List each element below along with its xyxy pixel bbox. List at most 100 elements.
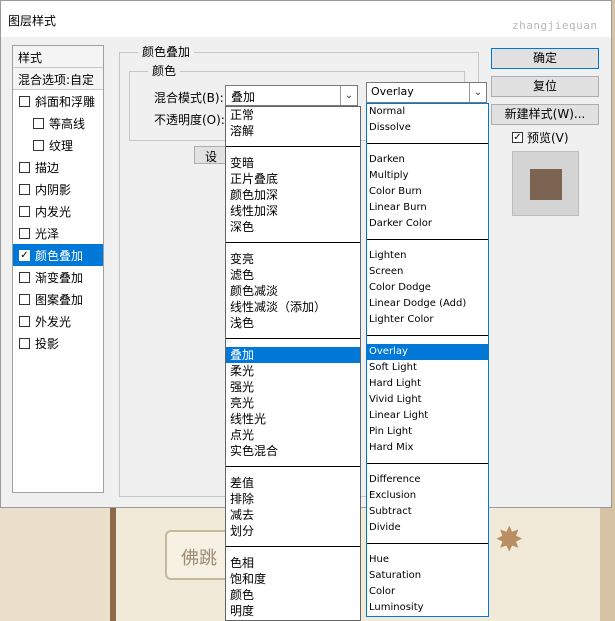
blend-mode-option[interactable]: Vivid Light <box>367 392 488 408</box>
style-item[interactable]: 描边 <box>13 156 103 178</box>
blend-mode-option[interactable]: 线性减淡（添加） <box>226 299 360 315</box>
style-item[interactable]: 等高线 <box>13 112 103 134</box>
style-item[interactable]: 图案叠加 <box>13 288 103 310</box>
style-item[interactable]: 渐变叠加 <box>13 266 103 288</box>
style-item[interactable]: 斜面和浮雕 <box>13 90 103 112</box>
ok-button[interactable]: 确定 <box>491 48 599 69</box>
blend-mode-option[interactable]: 浅色 <box>226 315 360 331</box>
preview-checkbox[interactable]: ✓ <box>512 132 523 143</box>
chevron-down-icon[interactable]: ⌄ <box>469 83 486 102</box>
blend-mode-option[interactable]: Linear Burn <box>367 200 488 216</box>
style-checkbox[interactable] <box>19 271 30 283</box>
reset-button[interactable]: 复位 <box>491 76 599 97</box>
blend-mode-option[interactable]: Lighter Color <box>367 312 488 328</box>
styles-list: 样式 混合选项:自定 斜面和浮雕 等高线纹理描边 内阴影 内发光 光泽 ✓ 颜色叠加 渐变叠加… <box>12 45 104 493</box>
styles-header[interactable]: 样式 <box>13 46 103 68</box>
style-checkbox[interactable] <box>19 315 30 327</box>
blend-mode-option[interactable]: 颜色加深 <box>226 187 360 203</box>
style-checkbox[interactable]: ✓ <box>19 249 30 261</box>
blend-mode-option[interactable]: 颜色 <box>226 587 360 603</box>
blend-mode-option[interactable]: Hard Mix <box>367 440 488 456</box>
style-item[interactable]: 内发光 <box>13 200 103 222</box>
blend-mode-option[interactable]: Darker Color <box>367 216 488 232</box>
blend-mode-option[interactable]: Color Dodge <box>367 280 488 296</box>
blend-mode-option[interactable]: Luminosity <box>367 600 488 616</box>
blend-mode-option[interactable]: 减去 <box>226 507 360 523</box>
blend-mode-option[interactable]: 正片叠底 <box>226 171 360 187</box>
blend-mode-select[interactable]: 叠加 ⌄ <box>225 85 358 106</box>
blend-options-item[interactable]: 混合选项:自定 <box>13 68 103 90</box>
style-item[interactable]: 内阴影 <box>13 178 103 200</box>
blend-mode-option[interactable]: Difference <box>367 472 488 488</box>
blend-mode-option[interactable]: Multiply <box>367 168 488 184</box>
style-item-label: 纹理 <box>49 138 74 153</box>
blend-mode-option[interactable]: 柔光 <box>226 363 360 379</box>
style-item[interactable]: ✓ 颜色叠加 <box>13 244 103 266</box>
style-checkbox[interactable] <box>19 293 30 305</box>
blend-mode-option[interactable]: Color <box>367 584 488 600</box>
blend-mode-option[interactable]: 点光 <box>226 427 360 443</box>
chevron-down-icon[interactable]: ⌄ <box>340 86 357 105</box>
blend-mode-option[interactable]: Darken <box>367 152 488 168</box>
preview-swatch <box>530 169 562 200</box>
blend-mode-option[interactable]: Hard Light <box>367 376 488 392</box>
style-item[interactable]: 纹理 <box>13 134 103 156</box>
preview-label: 预览(V) <box>527 131 569 145</box>
blend-mode-option[interactable]: 正常 <box>226 107 360 123</box>
blend-mode-option[interactable]: 亮光 <box>226 395 360 411</box>
style-item[interactable]: 外发光 <box>13 310 103 332</box>
style-checkbox[interactable] <box>33 139 44 151</box>
style-item-label: 外发光 <box>35 314 72 329</box>
blend-mode-option[interactable]: Saturation <box>367 568 488 584</box>
blend-mode-option[interactable]: Linear Light <box>367 408 488 424</box>
style-item[interactable]: 投影 <box>13 332 103 354</box>
blend-mode-option[interactable]: 饱和度 <box>226 571 360 587</box>
document-splash-icon: ✸ <box>495 520 524 560</box>
blend-mode-option[interactable]: 颜色减淡 <box>226 283 360 299</box>
blend-mode-option[interactable]: 滤色 <box>226 267 360 283</box>
blend-mode-option[interactable]: 线性光 <box>226 411 360 427</box>
blend-mode-option[interactable]: 线性加深 <box>226 203 360 219</box>
blend-mode-option[interactable]: Hue <box>367 552 488 568</box>
preview-toggle[interactable]: ✓ 预览(V) <box>512 129 569 146</box>
list-separator <box>226 242 360 243</box>
blend-mode-option[interactable]: 强光 <box>226 379 360 395</box>
blend-mode-option[interactable]: Lighten <box>367 248 488 264</box>
blend-mode-option[interactable]: 变亮 <box>226 251 360 267</box>
style-item[interactable]: 光泽 <box>13 222 103 244</box>
blend-mode-option[interactable]: 溶解 <box>226 123 360 139</box>
style-checkbox[interactable] <box>33 117 44 129</box>
blend-mode-value: 叠加 <box>231 90 256 104</box>
style-checkbox[interactable] <box>19 95 30 107</box>
blend-mode-option[interactable]: Subtract <box>367 504 488 520</box>
blend-mode-option[interactable]: 实色混合 <box>226 443 360 459</box>
blend-mode-option[interactable]: 深色 <box>226 219 360 235</box>
blend-mode-option[interactable]: Color Burn <box>367 184 488 200</box>
blend-mode-option[interactable]: Overlay <box>367 344 488 360</box>
new-style-button[interactable]: 新建样式(W)... <box>491 104 599 125</box>
list-separator <box>226 546 360 547</box>
blend-mode-option[interactable]: 色相 <box>226 555 360 571</box>
blend-mode-option[interactable]: 变暗 <box>226 155 360 171</box>
blend-mode-option[interactable]: 明度 <box>226 603 360 619</box>
style-checkbox[interactable] <box>19 205 30 217</box>
blend-mode-option[interactable]: Linear Dodge (Add) <box>367 296 488 312</box>
style-checkbox[interactable] <box>19 161 30 173</box>
style-checkbox[interactable] <box>19 227 30 239</box>
style-checkbox[interactable] <box>19 183 30 195</box>
blend-mode-option[interactable]: 划分 <box>226 523 360 539</box>
blend-mode-option[interactable]: Exclusion <box>367 488 488 504</box>
blend-mode-option[interactable]: Screen <box>367 264 488 280</box>
blend-mode-option[interactable]: 叠加 <box>226 347 360 363</box>
blend-mode-option[interactable]: 差值 <box>226 475 360 491</box>
list-separator <box>367 239 488 240</box>
blend-mode-option[interactable]: Soft Light <box>367 360 488 376</box>
blend-mode-option[interactable]: Pin Light <box>367 424 488 440</box>
blend-mode-option[interactable]: Divide <box>367 520 488 536</box>
blend-mode-option[interactable]: Dissolve <box>367 120 488 136</box>
style-checkbox[interactable] <box>19 337 30 349</box>
blend-mode-select-en[interactable]: Overlay ⌄ <box>366 82 487 103</box>
blend-mode-option[interactable]: Normal <box>367 104 488 120</box>
blend-mode-option[interactable]: 排除 <box>226 491 360 507</box>
settings-button[interactable]: 设置 <box>194 146 228 164</box>
